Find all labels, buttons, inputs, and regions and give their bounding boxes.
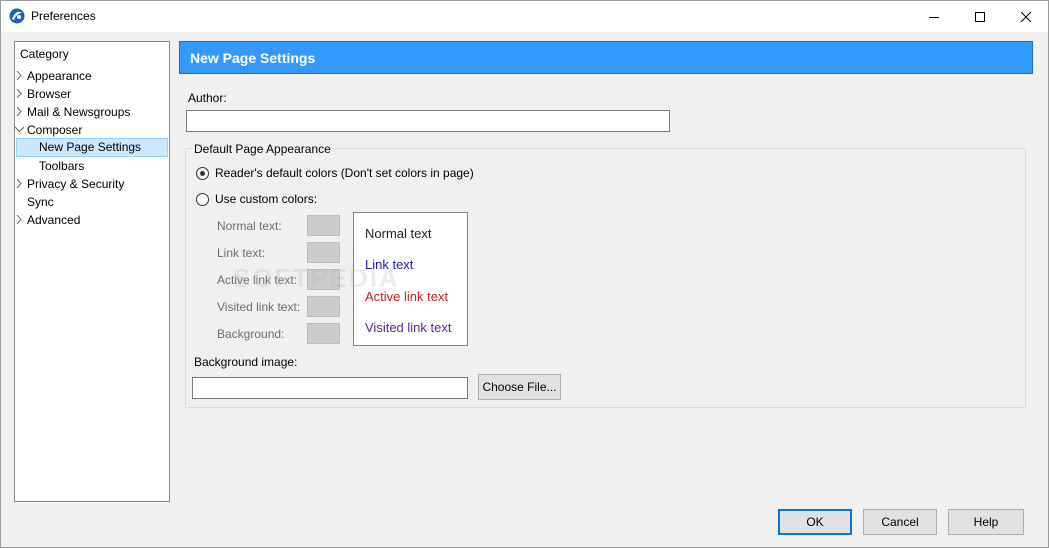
tree-item-label: New Page Settings <box>39 140 142 154</box>
softpedia-watermark: SOFTPEDIA <box>233 263 400 293</box>
tree-item-privacy-security[interactable]: Privacy & Security <box>16 175 125 193</box>
author-input[interactable] <box>186 110 670 132</box>
chevron-right-icon[interactable] <box>15 215 24 224</box>
choose-file-button[interactable]: Choose File... <box>478 374 561 400</box>
tree-header: Category <box>20 47 69 61</box>
chevron-right-icon[interactable] <box>15 89 24 98</box>
chevron-down-icon[interactable] <box>15 125 24 134</box>
window-title: Preferences <box>31 9 96 23</box>
author-label: Author: <box>188 91 227 105</box>
visited-link-color-label: Visited link text: <box>217 300 301 314</box>
background-color-button[interactable] <box>307 323 340 344</box>
preview-normal-text: Normal text <box>365 226 432 241</box>
chevron-right-icon[interactable] <box>15 107 24 116</box>
background-image-label: Background image: <box>194 355 298 369</box>
panel-title: New Page Settings <box>190 50 316 66</box>
tree-item-composer[interactable]: Composer <box>15 121 83 139</box>
visited-link-color-button[interactable] <box>307 296 340 317</box>
maximize-icon <box>975 11 985 22</box>
background-image-input[interactable] <box>192 377 468 399</box>
tree-item-appearance[interactable]: Appearance <box>16 67 92 85</box>
reader-default-colors-radio[interactable] <box>196 167 209 180</box>
tree-item-new-page-settings[interactable]: New Page Settings <box>16 138 168 157</box>
normal-text-color-label: Normal text: <box>217 219 282 233</box>
background-color-label: Background: <box>217 327 285 341</box>
reader-default-colors-label[interactable]: Reader's default colors (Don't set color… <box>215 166 474 180</box>
ok-button[interactable]: OK <box>778 509 852 535</box>
tree-item-label: Mail & Newsgroups <box>27 105 131 119</box>
tree-item-label: Composer <box>27 123 83 137</box>
tree-item-label: Toolbars <box>39 159 85 173</box>
tree-item-label: Privacy & Security <box>27 177 125 191</box>
title-bar: Preferences <box>1 1 1048 32</box>
close-button[interactable] <box>1003 1 1049 32</box>
chevron-right-icon[interactable] <box>15 71 24 80</box>
group-title: Default Page Appearance <box>193 142 332 156</box>
tree-item-mail-newsgroups[interactable]: Mail & Newsgroups <box>16 103 131 121</box>
custom-colors-label[interactable]: Use custom colors: <box>215 192 317 206</box>
custom-colors-radio[interactable] <box>196 193 209 206</box>
tree-item-label: Browser <box>27 87 72 101</box>
normal-text-color-button[interactable] <box>307 215 340 236</box>
tree-item-sync[interactable]: Sync <box>27 193 54 211</box>
preferences-window: Preferences Category Appearance Browser … <box>0 0 1049 548</box>
panel-header: New Page Settings <box>179 41 1033 74</box>
tree-item-label: Advanced <box>27 213 81 227</box>
help-button[interactable]: Help <box>948 509 1024 535</box>
category-tree[interactable]: Category Appearance Browser Mail & Newsg… <box>14 41 170 502</box>
tree-item-toolbars[interactable]: Toolbars <box>39 157 84 175</box>
tree-item-label: Sync <box>27 195 54 209</box>
tree-item-label: Appearance <box>27 69 92 83</box>
minimize-button[interactable] <box>911 1 957 32</box>
tree-item-advanced[interactable]: Advanced <box>16 211 81 229</box>
maximize-button[interactable] <box>957 1 1003 32</box>
link-text-color-label: Link text: <box>217 246 266 260</box>
chevron-right-icon[interactable] <box>15 179 24 188</box>
close-icon <box>1021 11 1031 22</box>
app-logo-icon <box>9 8 25 24</box>
cancel-button[interactable]: Cancel <box>863 509 937 535</box>
link-text-color-button[interactable] <box>307 242 340 263</box>
tree-item-browser[interactable]: Browser <box>16 85 72 103</box>
preview-visited-link-text: Visited link text <box>365 320 452 335</box>
minimize-icon <box>929 16 939 18</box>
